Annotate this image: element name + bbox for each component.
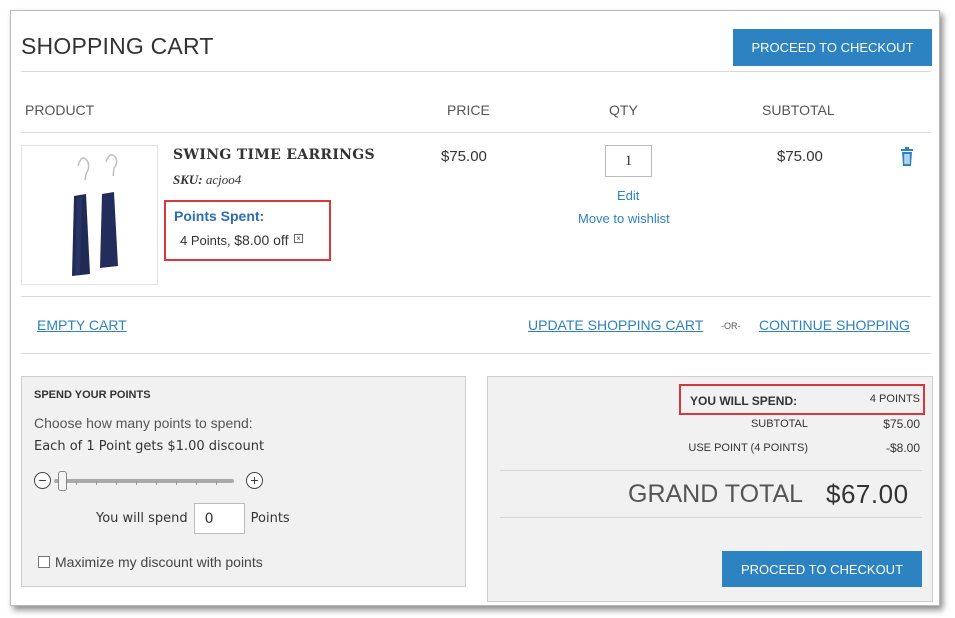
points-spent-line: 4 Points, $8.00 off × bbox=[180, 232, 304, 248]
maximize-discount-checkbox[interactable] bbox=[38, 556, 50, 568]
update-cart-link[interactable]: UPDATE SHOPPING CART bbox=[528, 317, 703, 333]
you-will-spend-value: 4 POINTS bbox=[869, 393, 920, 405]
slider-track[interactable] bbox=[54, 479, 234, 485]
product-image[interactable] bbox=[21, 145, 158, 285]
qty-input[interactable] bbox=[605, 145, 652, 177]
slider-tick bbox=[216, 481, 217, 485]
subtotal-label: SUBTOTAL bbox=[750, 418, 808, 430]
or-separator: -OR- bbox=[721, 321, 741, 331]
earrings-product-image bbox=[72, 154, 118, 276]
maximize-discount-label[interactable]: Maximize my discount with points bbox=[55, 554, 263, 570]
grand-total-label: GRAND TOTAL bbox=[628, 480, 804, 508]
subtotal-value: $75.00 bbox=[883, 417, 920, 431]
slider-tick bbox=[156, 481, 157, 485]
spend-points-rule: Each of 1 Point gets $1.00 discount bbox=[34, 439, 265, 454]
points-unit-label: Points bbox=[250, 511, 290, 526]
empty-cart-link[interactable]: EMPTY CART bbox=[37, 317, 127, 333]
will-spend-label: You will spend bbox=[96, 511, 188, 526]
cart-totals-panel: YOU WILL SPEND: 4 POINTS SUBTOTAL $75.00… bbox=[487, 376, 933, 602]
proceed-to-checkout-button-bottom[interactable]: PROCEED TO CHECKOUT bbox=[722, 551, 922, 587]
item-subtotal: $75.00 bbox=[777, 148, 823, 165]
proceed-to-checkout-button-top[interactable]: PROCEED TO CHECKOUT bbox=[733, 29, 932, 66]
slider-tick bbox=[196, 481, 197, 485]
column-header-subtotal: SUBTOTAL bbox=[762, 102, 835, 118]
spend-points-panel: SPEND YOUR POINTS Choose how many points… bbox=[21, 376, 466, 587]
sku-label: SKU: bbox=[173, 172, 203, 187]
column-header-qty: QTY bbox=[609, 102, 638, 118]
slider-tick bbox=[116, 481, 117, 485]
column-header-price: PRICE bbox=[447, 102, 490, 118]
slider-tick bbox=[176, 481, 177, 485]
minus-icon[interactable]: − bbox=[34, 472, 51, 489]
plus-icon[interactable]: + bbox=[246, 472, 263, 489]
points-spent-title: Points Spent: bbox=[174, 208, 265, 224]
points-spent-amount: $8.00 off bbox=[234, 232, 289, 248]
spend-points-description: Choose how many points to spend: bbox=[34, 415, 253, 431]
product-sku: SKU: acjoo4 bbox=[173, 172, 241, 188]
divider bbox=[500, 470, 922, 471]
will-spend-row: You will spend Points bbox=[96, 503, 290, 534]
continue-shopping-link[interactable]: CONTINUE SHOPPING bbox=[759, 317, 910, 333]
cart-page: SHOPPING CART PROCEED TO CHECKOUT PRODUC… bbox=[10, 10, 940, 606]
page-title: SHOPPING CART bbox=[21, 33, 214, 59]
maximize-discount-row[interactable]: Maximize my discount with points bbox=[38, 554, 263, 570]
edit-link[interactable]: Edit bbox=[617, 188, 639, 203]
column-header-product: PRODUCT bbox=[25, 102, 95, 118]
divider bbox=[21, 296, 931, 297]
points-slider[interactable]: − + bbox=[34, 469, 264, 495]
you-will-spend-label: YOU WILL SPEND: bbox=[690, 394, 798, 408]
item-price: $75.00 bbox=[441, 148, 487, 165]
slider-handle[interactable] bbox=[58, 471, 67, 491]
points-to-spend-input[interactable] bbox=[193, 503, 245, 534]
points-spent-box: Points Spent: 4 Points, $8.00 off × bbox=[164, 200, 331, 261]
slider-tick bbox=[76, 481, 77, 485]
slider-tick bbox=[136, 481, 137, 485]
trash-icon[interactable] bbox=[899, 147, 915, 167]
points-spent-count: 4 Points, bbox=[180, 233, 231, 248]
divider bbox=[21, 71, 931, 72]
move-to-wishlist-link[interactable]: Move to wishlist bbox=[578, 211, 670, 226]
grand-total-value: $67.00 bbox=[826, 479, 909, 509]
use-point-label: USE POINT (4 POINTS) bbox=[688, 442, 808, 454]
sku-value: acjoo4 bbox=[205, 172, 242, 187]
spend-points-title: SPEND YOUR POINTS bbox=[34, 389, 151, 401]
remove-points-icon[interactable]: × bbox=[294, 234, 304, 243]
divider bbox=[21, 353, 931, 354]
divider bbox=[500, 517, 922, 518]
slider-tick bbox=[96, 481, 97, 485]
product-name[interactable]: SWING TIME EARRINGS bbox=[173, 147, 375, 163]
divider bbox=[21, 132, 931, 133]
use-point-value: -$8.00 bbox=[885, 441, 920, 455]
